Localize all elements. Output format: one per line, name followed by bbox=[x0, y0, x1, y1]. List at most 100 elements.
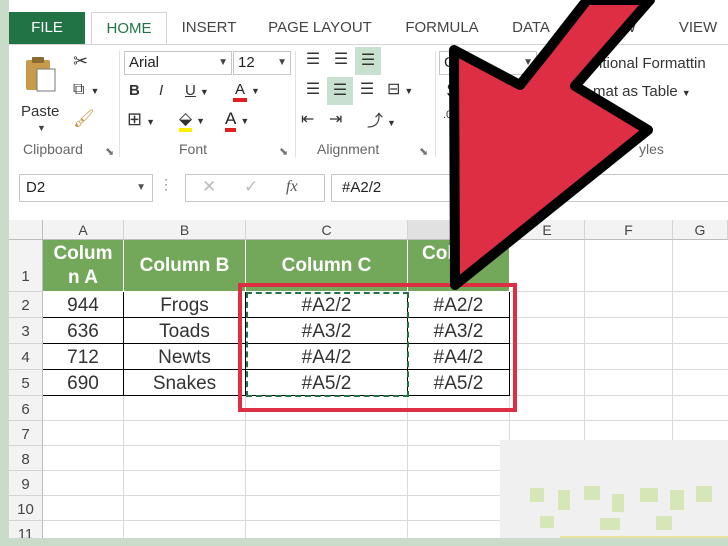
name-box[interactable]: D2 ▼ bbox=[19, 174, 153, 202]
dialog-launcher-icon[interactable]: ⬊ bbox=[279, 145, 288, 158]
column-header-g[interactable]: G bbox=[673, 220, 728, 240]
chevron-down-icon: ▼ bbox=[136, 182, 146, 193]
format-painter-icon[interactable]: 🖌 bbox=[73, 109, 95, 129]
cell-a5[interactable]: 690 bbox=[43, 370, 124, 396]
row-header-4[interactable]: 4 bbox=[9, 344, 43, 370]
dialog-launcher-icon[interactable]: ⬊ bbox=[105, 145, 114, 158]
ribbon-home: Paste ▼ ✂ ⧉ ▼ 🖌 Clipboard ⬊ Arial ▼ 12 ▼ … bbox=[9, 44, 728, 164]
chevron-down-icon: ▼ bbox=[277, 57, 287, 68]
row-header-10[interactable]: 10 bbox=[9, 496, 43, 521]
font-color-icon[interactable]: A ▼ bbox=[225, 109, 249, 132]
cell-c4[interactable]: #A4/2 bbox=[246, 344, 408, 370]
copy-icon[interactable]: ⧉ ▼ bbox=[73, 81, 99, 99]
italic-button[interactable]: I bbox=[159, 82, 163, 99]
group-separator bbox=[119, 51, 120, 157]
align-left-icon[interactable]: ☰ bbox=[301, 79, 325, 99]
borders-icon[interactable]: ⊞ ▼ bbox=[127, 109, 155, 130]
tab-data[interactable]: DATA bbox=[506, 12, 556, 44]
cell-d1-text: Col bbox=[422, 243, 453, 264]
cell-b4[interactable]: Newts bbox=[124, 344, 246, 370]
select-all-corner[interactable] bbox=[9, 220, 43, 240]
row-header-3[interactable]: 3 bbox=[9, 318, 43, 344]
tab-view[interactable]: VIEW bbox=[669, 12, 727, 44]
cell-b5[interactable]: Snakes bbox=[124, 370, 246, 396]
cell-c1[interactable]: Column C bbox=[246, 240, 408, 292]
cell-c3[interactable]: #A3/2 bbox=[246, 318, 408, 344]
font-size-value: 12 bbox=[238, 54, 255, 71]
row-header-7[interactable]: 7 bbox=[9, 421, 43, 446]
column-header-c[interactable]: C bbox=[246, 220, 408, 240]
font-color-button[interactable]: A ▼ bbox=[233, 81, 260, 102]
chevron-down-icon: ▼ bbox=[523, 57, 533, 68]
column-header-b[interactable]: B bbox=[124, 220, 246, 240]
column-header-f[interactable]: F bbox=[585, 220, 673, 240]
tab-page-layout[interactable]: PAGE LAYOUT bbox=[265, 12, 375, 44]
cell-b1[interactable]: Column B bbox=[124, 240, 246, 292]
align-middle-icon[interactable]: ☰ bbox=[329, 49, 353, 69]
chevron-down-icon: ▼ bbox=[218, 57, 228, 68]
font-size-select[interactable]: 12 ▼ bbox=[233, 51, 291, 75]
format-as-table-label: mat as Table bbox=[593, 83, 678, 100]
align-top-icon[interactable]: ☰ bbox=[301, 49, 325, 69]
format-as-table-button[interactable]: mat as Table ▼ bbox=[593, 83, 691, 100]
font-color-glyph: A bbox=[233, 81, 248, 102]
cell-b3[interactable]: Toads bbox=[124, 318, 246, 344]
conditional-formatting-button[interactable]: itional Formattin bbox=[599, 55, 706, 72]
row-header-6[interactable]: 6 bbox=[9, 396, 43, 421]
decrease-indent-icon[interactable]: ⇤ bbox=[301, 109, 314, 129]
cell-d1[interactable]: Col bbox=[408, 240, 510, 292]
cell-a1[interactable]: Colum n A bbox=[43, 240, 124, 292]
formula-input[interactable]: #A2/2 bbox=[331, 174, 728, 202]
tab-formulas[interactable]: FORMULA bbox=[397, 12, 487, 44]
cell-d2[interactable]: #A2/2 bbox=[408, 292, 510, 318]
cell-c2[interactable]: #A2/2 bbox=[246, 292, 408, 318]
dialog-launcher-icon[interactable]: ⬊ bbox=[419, 145, 428, 158]
cell-d5[interactable]: #A5/2 bbox=[408, 370, 510, 396]
fill-color-icon[interactable]: ⬙ ▼ bbox=[179, 109, 205, 132]
tab-home[interactable]: HOME bbox=[91, 12, 167, 45]
tab-insert[interactable]: INSERT bbox=[179, 12, 239, 44]
cell-d4[interactable]: #A4/2 bbox=[408, 344, 510, 370]
underline-glyph: U bbox=[185, 82, 196, 99]
tab-file[interactable]: FILE bbox=[9, 12, 85, 44]
currency-button[interactable]: $ bbox=[447, 81, 458, 103]
bold-button[interactable]: B bbox=[129, 82, 140, 99]
align-bottom-icon[interactable]: ☰ bbox=[355, 47, 381, 75]
cell-a4[interactable]: 712 bbox=[43, 344, 124, 370]
tab-review[interactable]: W bbox=[609, 12, 649, 44]
align-center-icon[interactable]: ☰ bbox=[327, 77, 353, 105]
cell-d3[interactable]: #A3/2 bbox=[408, 318, 510, 344]
paste-button[interactable]: Paste ▼ bbox=[21, 53, 61, 133]
row-header-5[interactable]: 5 bbox=[9, 370, 43, 396]
decimal-icon[interactable]: .0 bbox=[443, 109, 452, 121]
group-label-font: Font bbox=[179, 141, 208, 157]
group-label-clipboard: Clipboard bbox=[23, 141, 83, 157]
font-name-select[interactable]: Arial ▼ bbox=[124, 51, 232, 75]
group-separator bbox=[295, 51, 296, 157]
group-label-styles: yles bbox=[639, 141, 664, 157]
increase-indent-icon[interactable]: ⇥ bbox=[329, 109, 342, 129]
row-header-8[interactable]: 8 bbox=[9, 446, 43, 471]
underline-button[interactable]: U ▼ bbox=[185, 82, 209, 99]
merge-center-icon[interactable]: ⊟ ▼ bbox=[387, 79, 413, 99]
cell-a3[interactable]: 636 bbox=[43, 318, 124, 344]
insert-function-icon[interactable]: fx bbox=[286, 178, 298, 196]
cut-icon[interactable]: ✂ bbox=[73, 51, 88, 72]
row-header-2[interactable]: 2 bbox=[9, 292, 43, 318]
bottom-edge bbox=[0, 538, 728, 546]
cell-c5[interactable]: #A5/2 bbox=[246, 370, 408, 396]
number-format-select[interactable]: Gen ▼ bbox=[439, 51, 537, 75]
row-header-1[interactable]: 1 bbox=[9, 240, 43, 292]
cell-a2[interactable]: 944 bbox=[43, 292, 124, 318]
orientation-icon[interactable]: ⤴ ▼ bbox=[367, 107, 396, 131]
more-options-icon[interactable]: ⋮ bbox=[159, 176, 173, 193]
cancel-icon[interactable]: ✕ bbox=[202, 177, 216, 197]
cell-b2[interactable]: Frogs bbox=[124, 292, 246, 318]
column-header-e[interactable]: E bbox=[510, 220, 585, 240]
column-header-d[interactable]: D bbox=[408, 220, 510, 240]
enter-icon[interactable]: ✓ bbox=[244, 177, 258, 197]
formula-bar: D2 ▼ ⋮ ✕ ✓ fx #A2/2 bbox=[9, 162, 728, 221]
row-header-9[interactable]: 9 bbox=[9, 471, 43, 496]
column-header-a[interactable]: A bbox=[43, 220, 124, 240]
align-right-icon[interactable]: ☰ bbox=[355, 79, 379, 99]
